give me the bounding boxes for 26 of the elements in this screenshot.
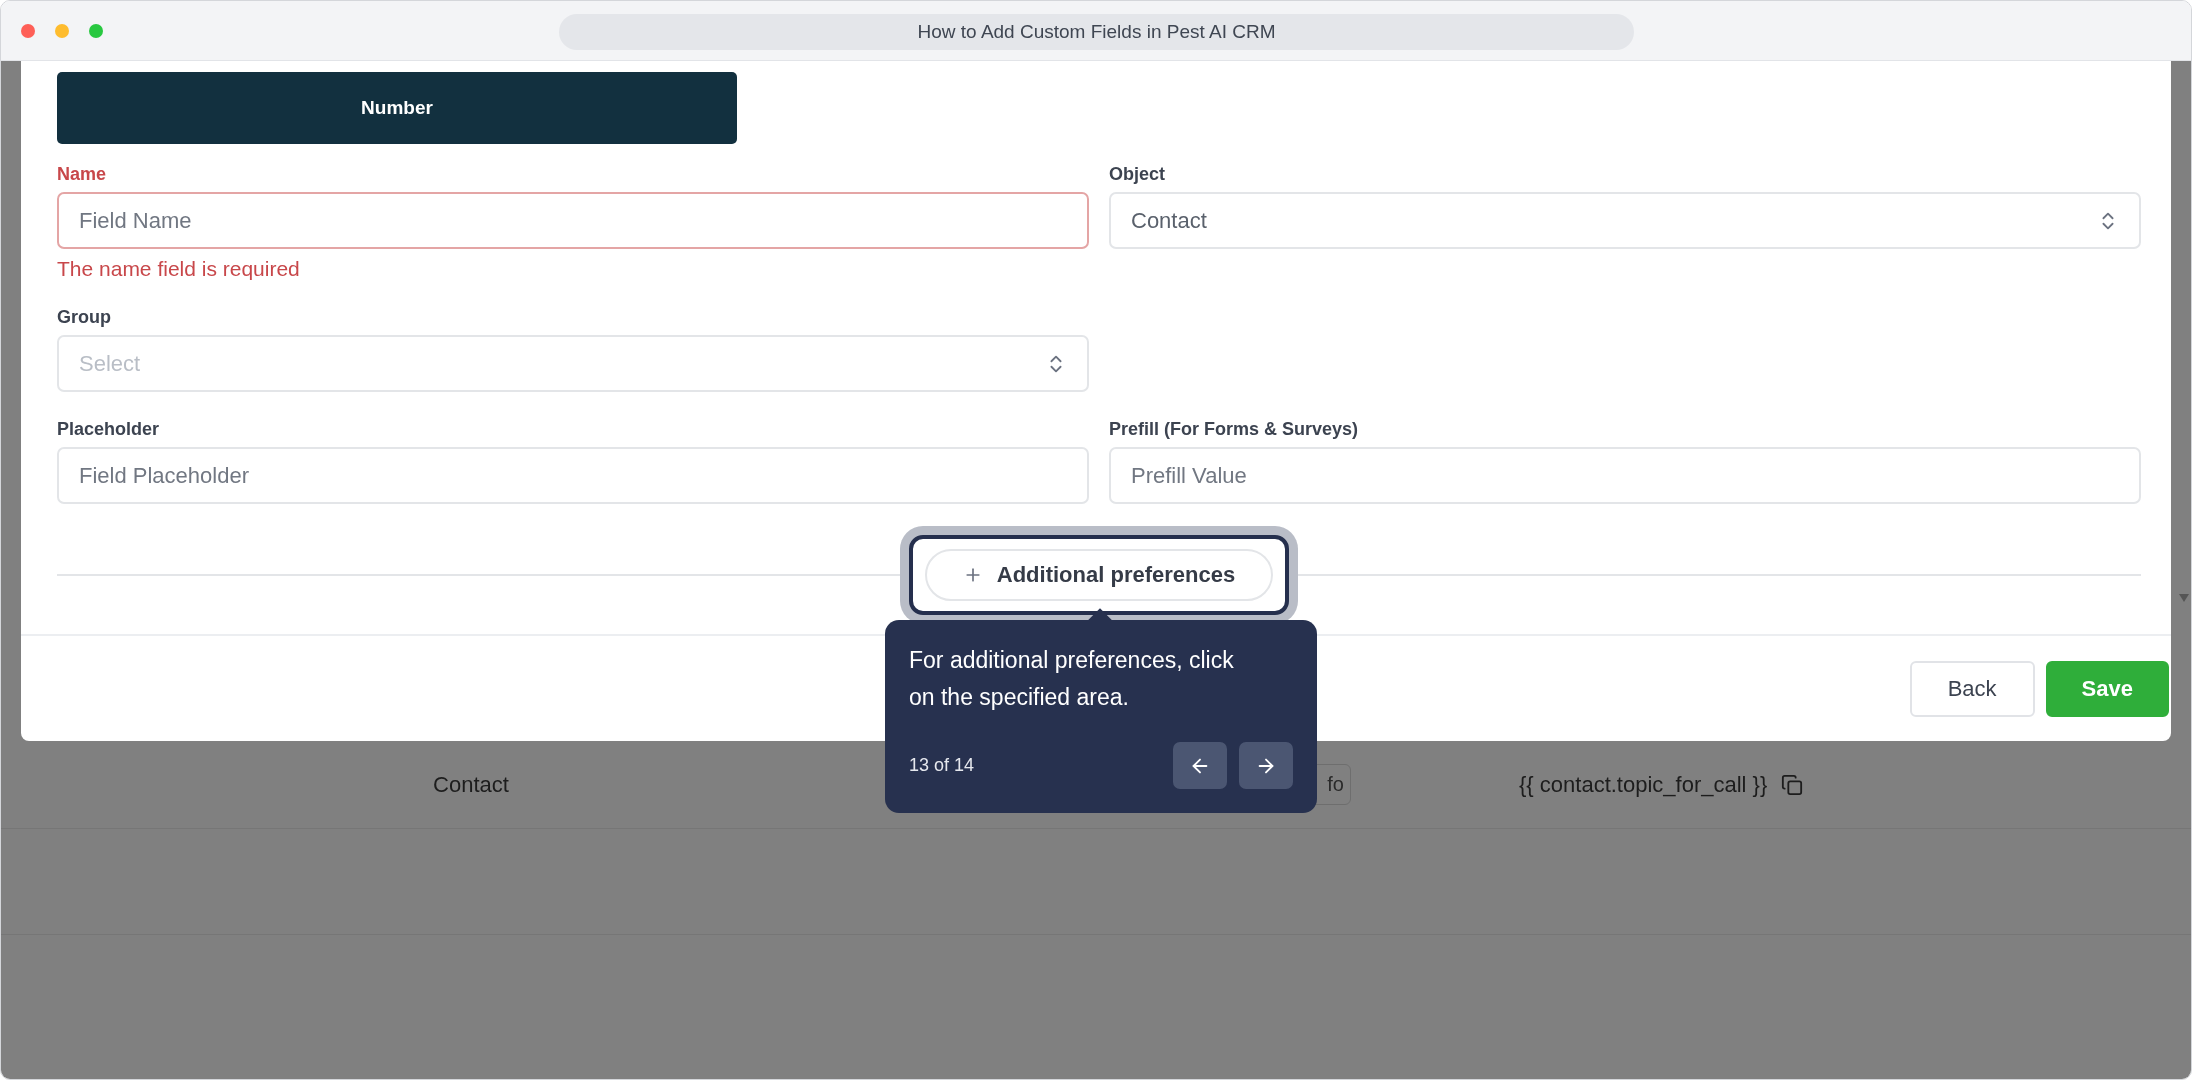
additional-preferences-button[interactable]: Additional preferences [924,549,1274,601]
select-field[interactable]: Contact [1109,192,2141,249]
scroll-arrow-icon[interactable] [2179,593,2189,603]
merge-tag: {{ contact.topic_for_call }} [1519,771,1768,798]
previous-button[interactable] [1173,742,1227,789]
back-button[interactable]: Back [1909,660,2035,717]
next-button[interactable] [1239,742,1293,789]
copy-icon[interactable] [1781,773,1804,796]
field-label: Object [1109,162,1166,186]
window-title: How to Add Custom Fields in Pest AI CRM [559,14,1634,50]
save-button[interactable]: Save [2045,660,2169,717]
tooltip-text: For additional preferences, click on the specified area. [909,646,1235,712]
input-field[interactable]: Prefill Value [1109,447,2141,504]
field-label: Group [57,305,112,329]
table-cell: Contact [433,771,509,798]
field-label: Name [57,162,108,186]
field-label: Prefill (For Forms & Surveys) [1109,417,1360,441]
input-field[interactable]: Field Name [57,192,1089,249]
input-field[interactable]: Field Placeholder [57,447,1089,504]
field-label: Placeholder [57,417,161,441]
step-counter: 13 of 14 [909,755,975,776]
error-message: The name field is required [57,257,301,281]
type-button[interactable]: Number [57,72,737,144]
close-dot[interactable] [21,23,35,38]
maximize-dot[interactable] [89,23,103,38]
minimize-dot[interactable] [55,23,69,38]
